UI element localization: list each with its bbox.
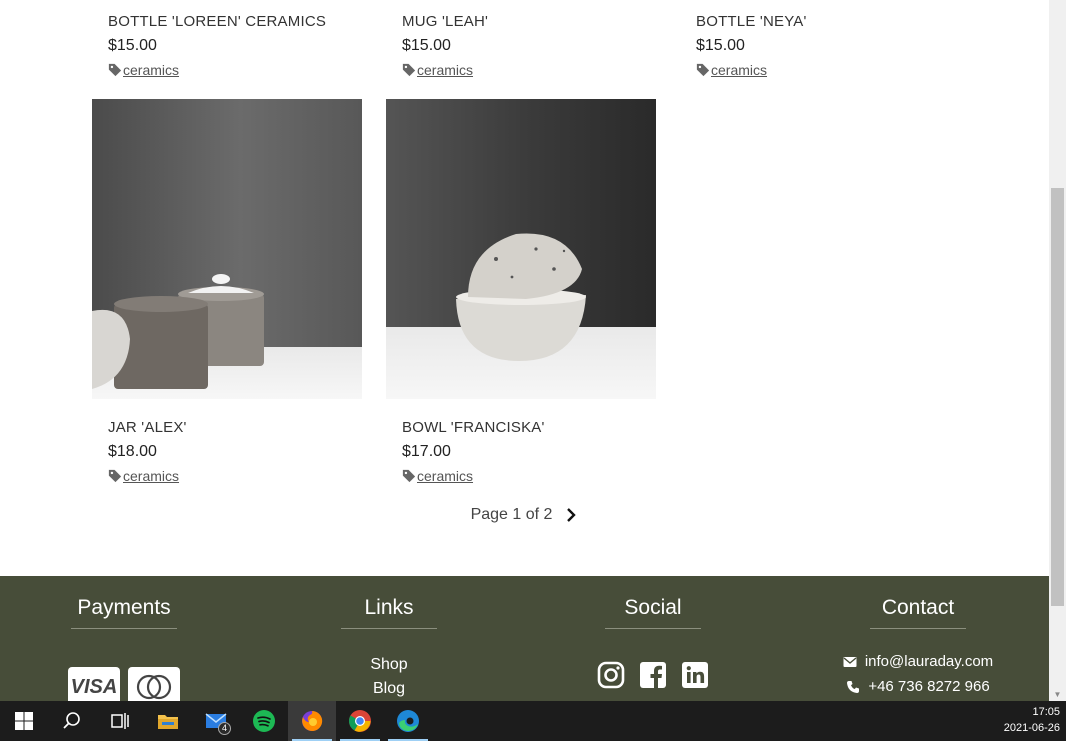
product-price: $15.00 [108, 37, 157, 54]
scroll-down-arrow-icon[interactable]: ▼ [1053, 690, 1062, 699]
linkedin-icon[interactable] [681, 661, 709, 689]
product-name[interactable]: JAR 'ALEX' [108, 418, 362, 438]
file-explorer-button[interactable] [144, 701, 192, 741]
task-view-icon [111, 713, 129, 729]
envelope-icon [843, 656, 857, 667]
search-button[interactable] [48, 701, 96, 741]
task-view-button[interactable] [96, 701, 144, 741]
footer-heading: Links [341, 596, 437, 629]
edge-icon [397, 710, 419, 732]
product-price: $18.00 [108, 443, 157, 460]
product-name[interactable]: BOTTLE 'NEYA' [696, 12, 950, 32]
footer-link-shop[interactable]: Shop [259, 653, 519, 677]
site-footer: Payments VISA Links Shop Blog Social Con… [0, 576, 1049, 701]
footer-heading: Payments [71, 596, 177, 629]
page-indicator: Page 1 of 2 [470, 506, 553, 523]
clock-date: 2021-06-26 [1003, 722, 1060, 734]
facebook-icon[interactable] [639, 661, 667, 689]
chevron-right-icon[interactable] [564, 507, 578, 523]
product-tag-link[interactable]: ceramics [417, 468, 473, 484]
page-scrollbar[interactable]: ▼ [1049, 0, 1066, 701]
phone-icon [847, 680, 860, 693]
product-card[interactable]: BOTTLE 'NEYA' $15.00 ceramics [680, 12, 950, 78]
product-card[interactable]: JAR 'ALEX' $18.00 ceramics [92, 99, 362, 484]
edge-button[interactable] [384, 701, 432, 741]
product-price: $17.00 [402, 443, 451, 460]
instagram-icon[interactable] [597, 661, 625, 689]
tag-icon [108, 63, 122, 77]
contact-email[interactable]: info@lauraday.com [865, 649, 993, 674]
footer-contact: Contact info@lauraday.com +46 736 8272 9… [788, 596, 1048, 699]
tag-icon [696, 63, 710, 77]
search-icon [63, 712, 80, 729]
product-tag-link[interactable]: ceramics [123, 62, 179, 78]
footer-link-blog[interactable]: Blog [259, 677, 519, 701]
footer-heading: Contact [870, 596, 966, 629]
product-name[interactable]: BOWL 'FRANCISKA' [402, 418, 656, 438]
spotify-button[interactable] [240, 701, 288, 741]
footer-payments: Payments VISA [0, 596, 254, 701]
product-price: $15.00 [696, 37, 745, 54]
product-name[interactable]: BOTTLE 'LOREEN' CERAMICS [108, 12, 362, 32]
product-image[interactable] [386, 99, 656, 399]
mastercard-icon [128, 667, 180, 701]
clock-time: 17:05 [1032, 706, 1060, 718]
contact-phone[interactable]: +46 736 8272 966 [868, 674, 989, 699]
footer-heading: Social [605, 596, 701, 629]
product-tag-link[interactable]: ceramics [417, 62, 473, 78]
chrome-button[interactable] [336, 701, 384, 741]
tag-icon [402, 469, 416, 483]
spotify-icon [253, 710, 275, 732]
product-card[interactable]: BOWL 'FRANCISKA' $17.00 ceramics [386, 99, 656, 484]
tag-icon [108, 469, 122, 483]
start-icon [15, 712, 33, 730]
footer-social: Social [523, 596, 783, 689]
product-name[interactable]: MUG 'LEAH' [402, 12, 656, 32]
mail-button[interactable]: 4 [192, 701, 240, 741]
firefox-button[interactable] [288, 701, 336, 741]
pagination: Page 1 of 2 [0, 506, 1049, 524]
product-tag-link[interactable]: ceramics [123, 468, 179, 484]
scrollbar-thumb[interactable] [1051, 188, 1064, 606]
firefox-icon [302, 710, 323, 731]
tag-icon [402, 63, 416, 77]
mail-badge: 4 [218, 722, 231, 735]
file-explorer-icon [158, 715, 178, 729]
product-card[interactable]: BOTTLE 'LOREEN' CERAMICS $15.00 ceramics [92, 12, 362, 78]
footer-links: Links Shop Blog [259, 596, 519, 701]
visa-icon: VISA [68, 667, 120, 701]
browser-viewport: BOTTLE 'LOREEN' CERAMICS $15.00 ceramics… [0, 0, 1049, 701]
product-tag-link[interactable]: ceramics [711, 62, 767, 78]
product-price: $15.00 [402, 37, 451, 54]
product-image[interactable] [92, 99, 362, 399]
start-button[interactable] [0, 701, 48, 741]
product-card[interactable]: MUG 'LEAH' $15.00 ceramics [386, 12, 656, 78]
chrome-icon [349, 710, 371, 732]
windows-taskbar: 4 17:05 2021-06-26 [0, 701, 1066, 741]
system-clock[interactable]: 17:05 2021-06-26 [1004, 704, 1060, 736]
